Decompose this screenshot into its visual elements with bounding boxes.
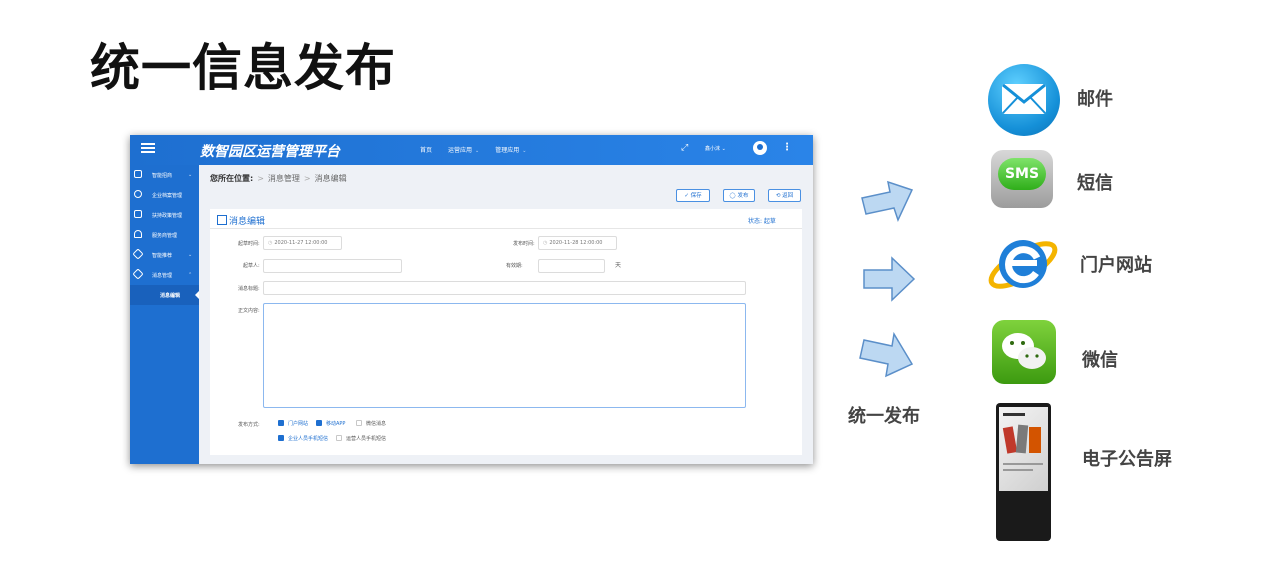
app-title: 数智园区运营管理平台 — [200, 144, 340, 160]
validity-label: 有效期: — [506, 263, 523, 269]
document-icon — [134, 210, 142, 218]
checkbox-mobile-app[interactable]: 移动APP — [316, 420, 345, 427]
chart-icon — [134, 170, 142, 178]
card-title: 消息编辑 — [217, 214, 265, 227]
chevron-down-icon: ⌄ — [475, 148, 480, 154]
drafter-field[interactable] — [263, 259, 402, 273]
validity-field[interactable] — [538, 259, 605, 273]
bell-icon — [134, 230, 142, 238]
tag-icon — [132, 248, 144, 260]
draft-time-label: 起草时间: — [238, 241, 260, 247]
checkbox-enterprise-sms[interactable]: 企业人员手机短信 — [278, 435, 328, 442]
drafter-label: 起草人: — [243, 263, 260, 269]
checkbox-operator-sms[interactable]: 运营人员手机短信 — [336, 435, 386, 442]
divider — [210, 228, 802, 229]
arrow-down-right-icon — [859, 332, 914, 378]
subject-label: 消息标题: — [238, 286, 260, 292]
breadcrumb-item[interactable]: 消息管理 — [268, 174, 300, 183]
sidebar: 智能招商 ⌄ 企业档案管理 扶持政策管理 服务商管理 智能推荐 ⌄ 消息管理 ⌃ 消息… — [130, 165, 199, 464]
chevron-up-icon: ⌃ — [188, 272, 193, 278]
channel-label-sms: 短信 — [1077, 173, 1113, 194]
kiosk-screen-icon — [996, 403, 1051, 541]
sidebar-item-investment[interactable]: 智能招商 ⌄ — [130, 165, 199, 185]
wechat-icon — [992, 320, 1056, 384]
avatar[interactable] — [753, 141, 767, 155]
draft-time-field[interactable]: ◷ 2020-11-27 12:00:00 — [263, 236, 342, 250]
fullscreen-icon[interactable]: ⤢ — [681, 143, 688, 153]
clock-icon: ◷ — [543, 240, 548, 246]
mail-icon — [988, 64, 1060, 136]
checkbox-wechat[interactable]: 微信消息 — [356, 420, 386, 427]
save-button[interactable]: ✓ 保存 — [676, 189, 710, 202]
edit-icon — [217, 215, 227, 225]
nav-item-home[interactable]: 首页 — [420, 145, 432, 154]
channel-label-portal: 门户网站 — [1080, 255, 1152, 276]
chevron-down-icon: ⌄ — [188, 172, 193, 178]
ie-browser-icon — [988, 240, 1058, 289]
chevron-down-icon: ⌄ — [188, 252, 193, 258]
nav-item-operations[interactable]: 运营应用 ⌄ — [448, 145, 479, 154]
back-button[interactable]: ⟲ 返回 — [768, 189, 801, 202]
validity-unit: 天 — [615, 262, 622, 269]
more-vertical-icon[interactable]: ⋮ — [782, 142, 792, 153]
chevron-down-icon: ⌄ — [721, 146, 726, 152]
top-bar: 数智园区运营管理平台 首页 运营应用 ⌄ 管理应用 ⌄ ⤢ 鑫小沫 ⌄ ⋮ — [130, 135, 813, 165]
sidebar-item-policy[interactable]: 扶持政策管理 — [130, 205, 199, 225]
status-badge: 状态: 起草 — [748, 218, 776, 225]
publish-time-label: 发布时间: — [513, 241, 535, 247]
sidebar-item-message[interactable]: 消息管理 ⌃ — [130, 265, 199, 285]
publish-button[interactable]: ◯ 发布 — [723, 189, 755, 202]
user-icon — [134, 190, 142, 198]
message-edit-card: 消息编辑 状态: 起草 起草时间: ◷ 2020-11-27 12:00:00 发… — [210, 209, 802, 455]
channel-label-kiosk: 电子公告屏 — [1082, 449, 1172, 470]
checkbox-portal[interactable]: 门户网站 — [278, 420, 308, 427]
subject-field[interactable] — [263, 281, 746, 295]
sidebar-item-message-edit[interactable]: 消息编辑 — [130, 285, 199, 305]
nav-item-management[interactable]: 管理应用 ⌄ — [495, 145, 526, 154]
clock-icon: ◷ — [268, 240, 273, 246]
sidebar-item-recommend[interactable]: 智能推荐 ⌄ — [130, 245, 199, 265]
breadcrumb: 您所在位置: > 消息管理 > 消息编辑 — [210, 174, 347, 183]
sms-icon: SMS — [991, 150, 1053, 208]
user-menu[interactable]: 鑫小沫 ⌄ — [705, 145, 726, 152]
channel-label-wechat: 微信 — [1082, 350, 1118, 371]
app-window: 数智园区运营管理平台 首页 运营应用 ⌄ 管理应用 ⌄ ⤢ 鑫小沫 ⌄ ⋮ 智能招商… — [130, 135, 813, 464]
sidebar-item-enterprise-archive[interactable]: 企业档案管理 — [130, 185, 199, 205]
publish-method-label: 发布方式: — [238, 422, 260, 428]
sidebar-item-service-provider[interactable]: 服务商管理 — [130, 225, 199, 245]
publish-time-field[interactable]: ◷ 2020-11-28 12:00:00 — [538, 236, 617, 250]
hamburger-menu-icon[interactable] — [141, 141, 155, 155]
slide-title: 统一信息发布 — [90, 39, 396, 97]
tag-icon — [132, 268, 144, 280]
arrow-caption: 统一发布 — [848, 406, 920, 427]
body-label: 正文内容: — [238, 308, 260, 314]
top-nav: 首页 运营应用 ⌄ 管理应用 ⌄ — [420, 145, 526, 154]
breadcrumb-item: 消息编辑 — [314, 174, 347, 183]
channel-label-mail: 邮件 — [1077, 89, 1113, 110]
chevron-down-icon: ⌄ — [522, 148, 527, 154]
arrow-up-right-icon — [861, 180, 914, 223]
arrow-right-icon — [863, 256, 916, 302]
body-textarea[interactable] — [263, 303, 746, 408]
